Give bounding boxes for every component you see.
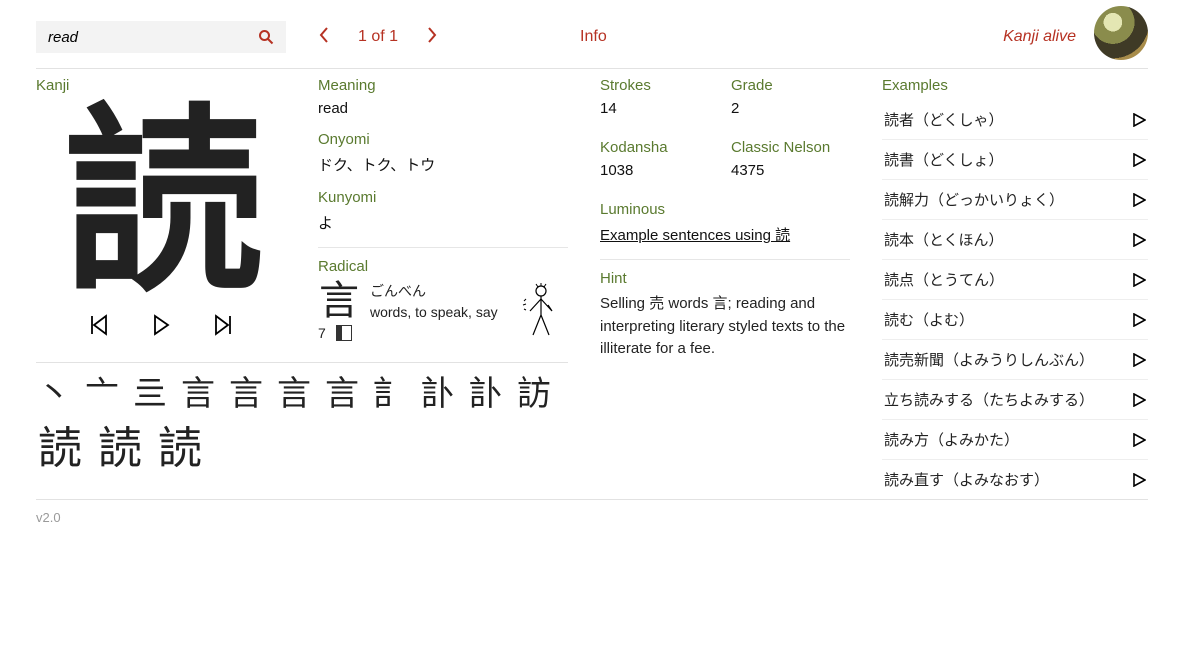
example-row: 読み方（よみかた） [882,420,1148,460]
example-row: 読書（どくしょ） [882,140,1148,180]
stroke-step: 言 [228,377,264,417]
example-play-button[interactable] [1132,233,1146,247]
stroke-player [36,314,286,336]
value-kunyomi: よ [318,212,568,233]
footer-version: v2.0 [36,500,1148,525]
example-text: 読解力（どっかいりょく） [884,189,1064,210]
example-text: 読者（どくしゃ） [884,109,1004,130]
stroke-step: 読 [96,427,144,475]
radical-glyph: 言 [318,281,360,321]
label-kodansha: Kodansha [600,139,719,156]
luminous-link[interactable]: Example sentences using 読 [600,227,790,244]
player-prev-button[interactable] [89,314,109,336]
stroke-step: 読 [156,427,204,475]
radical-meaning: words, to speak, say [370,302,498,323]
example-play-button[interactable] [1132,113,1146,127]
search-input[interactable] [48,29,250,46]
search-box[interactable] [36,21,286,53]
label-radical: Radical [318,258,568,275]
label-strokes: Strokes [600,77,719,94]
example-play-button[interactable] [1132,393,1146,407]
player-play-button[interactable] [151,314,171,336]
main-columns: Kanji 読 [36,68,1148,500]
info-column: Strokes 14 Grade 2 Kodansha 1038 Classic… [600,77,850,499]
example-text: 読書（どくしょ） [884,149,1004,170]
example-text: 読本（とくほん） [884,229,1004,250]
label-meaning: Meaning [318,77,568,94]
stroke-step: 亖 [132,377,168,417]
value-grade: 2 [731,100,850,117]
stroke-row-1: 丶亠亖言言言言訁訃訃訪 [36,377,568,417]
example-play-button[interactable] [1132,473,1146,487]
example-play-button[interactable] [1132,353,1146,367]
radical-name-ja: ごんべん [370,281,498,302]
example-text: 読点（とうてん） [884,269,1004,290]
kanji-glyph: 読 [36,104,286,304]
stroke-step: 訪 [516,377,552,417]
topbar: 1 of 1 Info Kanji alive [36,20,1148,54]
value-meaning: read [318,100,568,117]
example-row: 読本（とくほん） [882,220,1148,260]
avatar[interactable] [1094,6,1148,60]
pager-next[interactable] [426,26,438,49]
example-text: 読売新聞（よみうりしんぶん） [884,349,1094,370]
examples-list: 読者（どくしゃ） 読書（どくしょ） 読解力（どっかいりょく） 読本（とくほん） 読点（と… [882,100,1148,499]
label-hint: Hint [600,270,850,287]
example-play-button[interactable] [1132,313,1146,327]
label-grade: Grade [731,77,850,94]
stroke-order-strip: 丶亠亖言言言言訁訃訃訪 読読読 [36,362,568,481]
example-row: 読解力（どっかいりょく） [882,180,1148,220]
radical-position-icon [336,325,352,341]
example-row: 読者（どくしゃ） [882,100,1148,140]
value-onyomi: ドク、トク、トウ [318,154,568,175]
example-row: 読点（とうてん） [882,260,1148,300]
kanji-column: Kanji 読 [36,77,286,354]
example-play-button[interactable] [1132,273,1146,287]
label-kunyomi: Kunyomi [318,189,568,206]
stroke-step: 亠 [84,377,120,417]
info-heading: Info [580,28,607,46]
example-play-button[interactable] [1132,433,1146,447]
example-row: 読売新聞（よみうりしんぶん） [882,340,1148,380]
label-onyomi: Onyomi [318,131,568,148]
label-luminous: Luminous [600,201,850,218]
example-text: 読み方（よみかた） [884,429,1019,450]
stroke-step: 訃 [420,377,456,417]
brand-title: Kanji alive [1003,28,1076,46]
mnemonic-image [518,281,564,339]
stroke-step: 言 [324,377,360,417]
radical-stroke-count: 7 [318,325,326,341]
example-row: 読み直す（よみなおす） [882,460,1148,499]
label-examples: Examples [882,77,1148,94]
player-next-button[interactable] [213,314,233,336]
value-kodansha: 1038 [600,162,719,179]
radical-row: 言 7 ごんべん words, to speak, say [318,281,568,341]
stroke-step: 読 [36,427,84,475]
stroke-step: 言 [180,377,216,417]
stroke-row-2: 読読読 [36,427,568,475]
stroke-step: 訃 [468,377,504,417]
readings-column: Meaning read Onyomi ドク、トク、トウ Kunyomi よ R… [318,77,568,354]
examples-column: Examples 読者（どくしゃ） 読書（どくしょ） 読解力（どっかいりょく） 読本（… [882,77,1148,499]
pager-prev[interactable] [318,26,330,49]
example-play-button[interactable] [1132,153,1146,167]
stroke-step: 言 [276,377,312,417]
value-hint: Selling 売 words 言; reading and interpret… [600,293,850,361]
example-text: 読む（よむ） [884,309,974,330]
example-text: 読み直す（よみなおす） [884,469,1049,490]
label-nelson: Classic Nelson [731,139,850,156]
stroke-step: 丶 [36,377,72,417]
pager: 1 of 1 [318,26,438,49]
example-row: 立ち読みする（たちよみする） [882,380,1148,420]
example-play-button[interactable] [1132,193,1146,207]
search-icon[interactable] [258,29,274,45]
example-text: 立ち読みする（たちよみする） [884,389,1094,410]
example-row: 読む（よむ） [882,300,1148,340]
value-nelson: 4375 [731,162,850,179]
pager-count: 1 of 1 [358,28,398,46]
stroke-step: 訁 [372,377,408,417]
value-strokes: 14 [600,100,719,117]
